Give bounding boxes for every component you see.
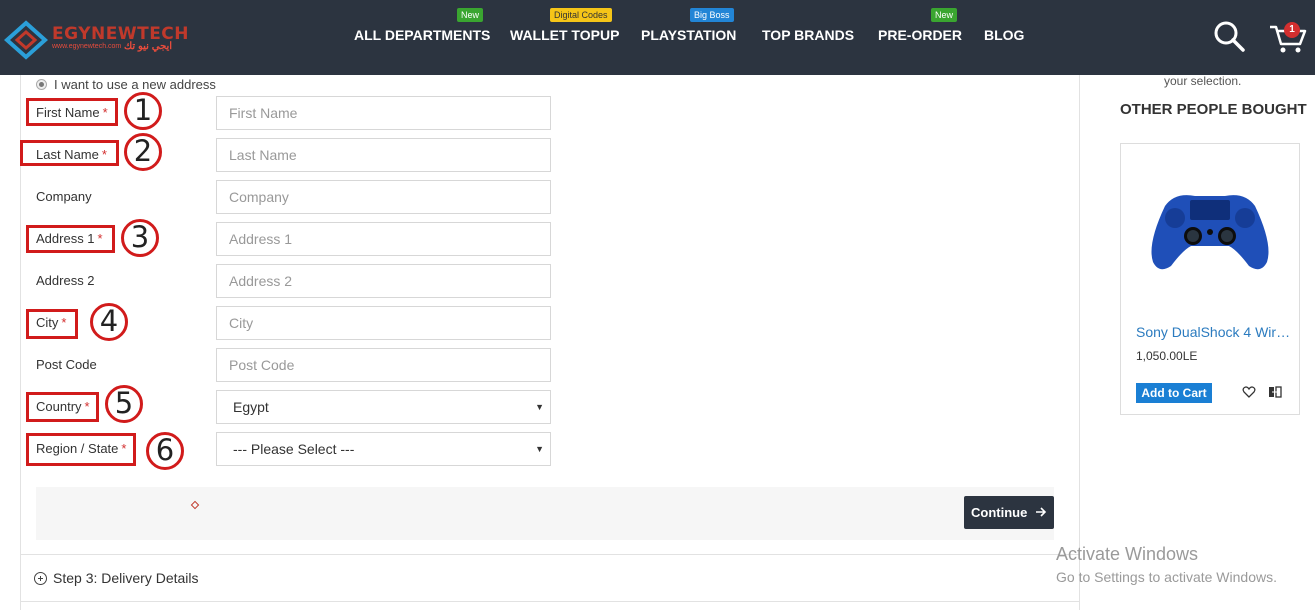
- nav-top-brands[interactable]: TOP BRANDS: [762, 27, 854, 43]
- annotation-marker-6: 6: [146, 432, 184, 470]
- product-image-controller[interactable]: [1145, 184, 1275, 274]
- post-code-input[interactable]: [216, 348, 551, 382]
- section-divider-bottom: [20, 601, 1080, 602]
- new-address-radio[interactable]: I want to use a new address: [36, 77, 216, 92]
- cart-button[interactable]: 1: [1268, 19, 1308, 55]
- new-address-label: I want to use a new address: [54, 77, 216, 92]
- form-actions-bar: [36, 487, 1054, 540]
- add-to-cart-button[interactable]: Add to Cart: [1136, 383, 1212, 403]
- compare-icon[interactable]: [1268, 385, 1282, 399]
- cart-count-badge: 1: [1284, 22, 1300, 38]
- address-1-input[interactable]: [216, 222, 551, 256]
- annotation-marker-3: 3: [121, 219, 159, 257]
- region-select[interactable]: --- Please Select --- ▼: [216, 432, 551, 466]
- nav-badge-pre-order: New: [931, 8, 958, 22]
- product-price: 1,050.00LE: [1136, 349, 1198, 363]
- region-label: Region / State *: [36, 441, 127, 456]
- arrow-right-icon: [1035, 507, 1047, 517]
- nav-wallet-topup[interactable]: WALLET TOPUP: [510, 27, 619, 43]
- nav-playstation[interactable]: PLAYSTATION: [641, 27, 736, 43]
- annotation-marker-1: 1: [124, 92, 162, 130]
- address-2-input[interactable]: [216, 264, 551, 298]
- search-icon[interactable]: [1212, 19, 1246, 53]
- first-name-label: First Name *: [36, 105, 108, 120]
- city-input[interactable]: [216, 306, 551, 340]
- last-name-label: Last Name *: [36, 147, 107, 162]
- address-1-label: Address 1 *: [36, 231, 103, 246]
- section-divider: [20, 554, 1080, 555]
- nav-badge-all-departments: New: [457, 8, 484, 22]
- logo-tagline: www.egynewtech.com: [52, 43, 122, 50]
- windows-activation-watermark: Activate Windows Go to Settings to activ…: [1056, 544, 1277, 585]
- step-3-delivery-details[interactable]: Step 3: Delivery Details: [34, 570, 199, 586]
- site-logo[interactable]: EGYNEWTECH www.egynewtech.com ايجي نيو ت…: [4, 16, 189, 60]
- company-label: Company: [36, 189, 92, 204]
- product-name-link[interactable]: Sony DualShock 4 Wireless Controller: [1136, 324, 1296, 340]
- continue-button[interactable]: Continue: [964, 496, 1054, 529]
- dropdown-caret-icon: ▼: [535, 444, 544, 454]
- nav-all-departments[interactable]: ALL DEPARTMENTS: [354, 27, 490, 43]
- region-select-value: --- Please Select ---: [233, 441, 355, 457]
- logo-arabic: ايجي نيو تك: [124, 41, 173, 52]
- annotation-marker-2: 2: [124, 133, 162, 171]
- first-name-input[interactable]: [216, 96, 551, 130]
- address-2-label: Address 2: [36, 273, 95, 288]
- annotation-marker-4: 4: [90, 303, 128, 341]
- country-label: Country *: [36, 399, 90, 414]
- watermark-subtitle: Go to Settings to activate Windows.: [1056, 569, 1277, 585]
- nav-badge-wallet-topup: Digital Codes: [550, 8, 612, 22]
- nav-badge-playstation: Big Boss: [690, 8, 734, 22]
- watermark-title: Activate Windows: [1056, 544, 1199, 564]
- nav-blog[interactable]: BLOG: [984, 27, 1024, 43]
- country-select-value: Egypt: [233, 399, 269, 415]
- product-card: Sony DualShock 4 Wireless Controller 1,0…: [1120, 143, 1300, 415]
- selection-note: your selection.: [1164, 74, 1242, 88]
- radio-button[interactable]: [36, 79, 47, 90]
- annotation-marker-5: 5: [105, 385, 143, 423]
- step-3-label: Step 3: Delivery Details: [53, 570, 199, 586]
- continue-label: Continue: [971, 505, 1028, 520]
- company-input[interactable]: [216, 180, 551, 214]
- plus-circle-icon: [34, 572, 47, 585]
- city-label: City *: [36, 315, 67, 330]
- logo-icon: [4, 20, 48, 60]
- other-people-bought-title: OTHER PEOPLE BOUGHT: [1120, 101, 1307, 118]
- site-header: EGYNEWTECH www.egynewtech.com ايجي نيو ت…: [0, 0, 1315, 75]
- last-name-input[interactable]: [216, 138, 551, 172]
- dropdown-caret-icon: ▼: [535, 402, 544, 412]
- post-code-label: Post Code: [36, 357, 97, 372]
- nav-pre-order[interactable]: PRE-ORDER: [878, 27, 962, 43]
- heart-icon[interactable]: [1242, 385, 1256, 399]
- country-select[interactable]: Egypt ▼: [216, 390, 551, 424]
